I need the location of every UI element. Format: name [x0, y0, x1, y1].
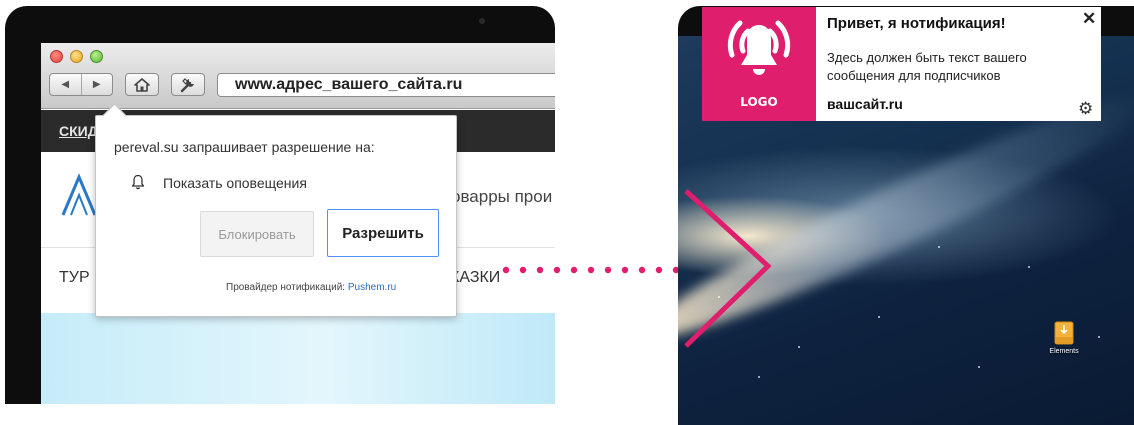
- home-icon: [134, 77, 150, 92]
- desktop-icon-label: Elements: [1049, 348, 1079, 355]
- provider-prefix: Провайдер нотификаций:: [226, 282, 346, 293]
- website-nav-link[interactable]: СКИД: [59, 123, 98, 139]
- notification-provider: Провайдер нотификаций: Pushem.ru: [226, 282, 396, 293]
- allow-button[interactable]: Разрешить: [327, 209, 439, 257]
- notification-site: вашсайт.ru: [827, 96, 903, 112]
- logo-text: LOGO: [740, 95, 778, 109]
- close-icon[interactable]: ✕: [1082, 9, 1096, 29]
- bell-icon: [727, 20, 791, 75]
- star: [758, 376, 760, 378]
- chevron-right-icon: [684, 189, 772, 348]
- zoom-window-button[interactable]: [90, 50, 103, 63]
- website-logo-icon: [61, 173, 97, 216]
- tools-icon: [180, 77, 194, 92]
- minimize-window-button[interactable]: [70, 50, 83, 63]
- star: [978, 366, 980, 368]
- back-button[interactable]: ◀: [50, 74, 82, 95]
- star: [1028, 266, 1030, 268]
- push-notification[interactable]: LOGO Привет, я нотификация! Здесь должен…: [702, 7, 1101, 121]
- star: [798, 346, 800, 348]
- website-tagline: оварры прои: [451, 187, 553, 206]
- home-button[interactable]: [125, 73, 159, 96]
- gear-icon[interactable]: ⚙: [1078, 99, 1093, 119]
- notification-body: Здесь должен быть текст вашего сообщения…: [827, 50, 1027, 83]
- browser-titlebar: ◀ ▶ www.адрес_вашего_сайта.ru: [41, 43, 555, 109]
- right-laptop-frame: Elements LOGO Привет, я нотификация! Зде…: [678, 6, 1134, 425]
- drive-icon: [1054, 321, 1074, 345]
- website-hero-image: [41, 313, 555, 404]
- permission-title: pereval.su запрашивает разрешение на:: [114, 139, 375, 155]
- url-bar[interactable]: www.адрес_вашего_сайта.ru: [217, 73, 555, 97]
- website-menu-item-right[interactable]: КАЗКИ: [450, 269, 500, 287]
- star: [938, 246, 940, 248]
- bell-icon: [131, 174, 145, 190]
- permission-item: Показать оповещения: [163, 175, 307, 191]
- notification-title: Привет, я нотификация!: [827, 15, 1006, 32]
- close-window-button[interactable]: [50, 50, 63, 63]
- star: [1098, 336, 1100, 338]
- block-button[interactable]: Блокировать: [200, 211, 314, 257]
- desktop-icon-elements[interactable]: Elements: [1044, 321, 1084, 355]
- notification-permission-popup: pereval.su запрашивает разрешение на: По…: [95, 115, 457, 317]
- provider-link[interactable]: Pushem.ru: [348, 282, 396, 293]
- back-forward-buttons: ◀ ▶: [49, 73, 113, 96]
- star: [878, 316, 880, 318]
- left-webcam: [479, 18, 485, 24]
- forward-button[interactable]: ▶: [82, 74, 113, 95]
- website-menu-item-left[interactable]: ТУР: [59, 269, 90, 287]
- tools-button[interactable]: [171, 73, 205, 96]
- url-text: www.адрес_вашего_сайта.ru: [235, 76, 463, 93]
- notification-logo: LOGO: [702, 7, 816, 121]
